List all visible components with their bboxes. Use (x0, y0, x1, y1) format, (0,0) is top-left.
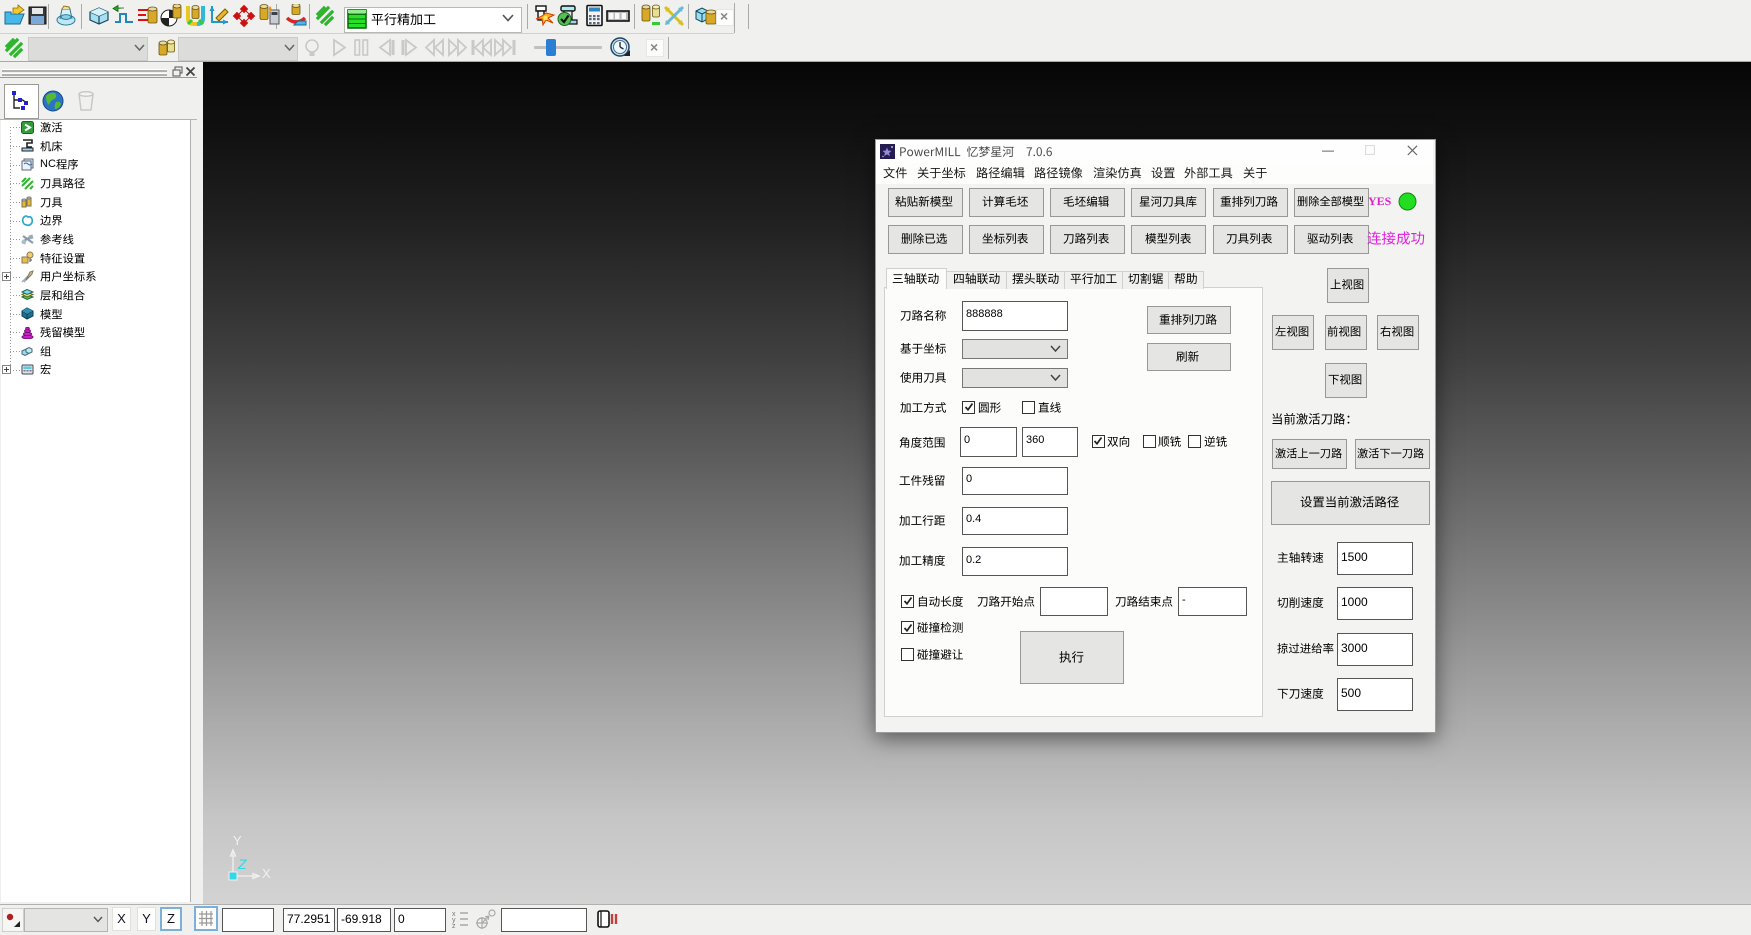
svg-text:z: z (452, 923, 456, 928)
